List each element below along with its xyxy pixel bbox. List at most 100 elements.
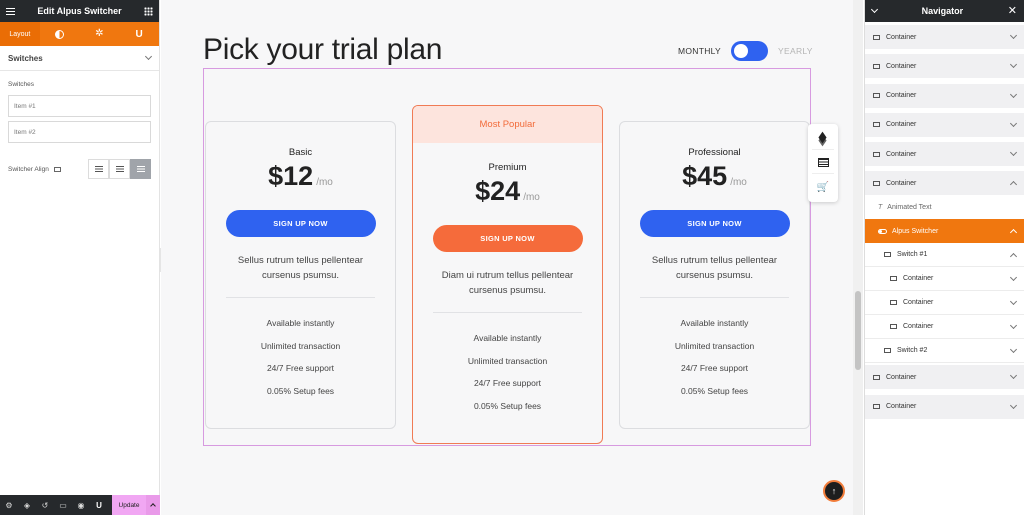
- templates-button[interactable]: [812, 152, 834, 174]
- repeater-item[interactable]: Item #1: [8, 95, 151, 117]
- nav-item-label: Switch #1: [897, 251, 928, 259]
- plan-name: Professional: [688, 147, 741, 158]
- collapse-all-icon[interactable]: [870, 5, 879, 14]
- align-right-button[interactable]: [130, 159, 151, 179]
- feature-list: Available instantly Unlimited transactio…: [413, 327, 602, 417]
- nav-item-label: Container: [886, 121, 917, 129]
- update-button[interactable]: Update: [112, 495, 146, 515]
- nav-item-label: Animated Text: [887, 203, 932, 211]
- align-right-icon: [136, 166, 145, 172]
- nav-item-container[interactable]: Container: [865, 112, 1024, 137]
- repeater-item[interactable]: Item #2: [8, 121, 151, 143]
- chevron-up-icon: [150, 503, 156, 509]
- navigator-header: Navigator ✕: [865, 0, 1024, 22]
- nav-item-container[interactable]: Container: [865, 25, 1024, 49]
- chevron-up-icon[interactable]: [1009, 252, 1018, 261]
- chevron-down-icon[interactable]: [1009, 401, 1018, 409]
- alpus-u-icon[interactable]: U: [90, 495, 108, 515]
- desktop-responsive-icon[interactable]: [53, 166, 61, 172]
- shop-button[interactable]: 🛒: [812, 176, 834, 198]
- chevron-down-icon[interactable]: [1009, 321, 1018, 330]
- chevron-down-icon[interactable]: [1009, 372, 1018, 380]
- chevron-up-icon[interactable]: [1009, 229, 1018, 237]
- nav-item-container[interactable]: Container: [865, 267, 1024, 292]
- nav-item-switch-2[interactable]: Switch #2: [865, 339, 1024, 364]
- repeater-item-label: Item #1: [14, 102, 36, 110]
- chevron-down-icon[interactable]: [1009, 345, 1018, 354]
- history-icon[interactable]: ↺: [36, 495, 54, 515]
- nav-item-alpus-switcher[interactable]: Alpus Switcher: [865, 219, 1024, 244]
- chevron-up-icon[interactable]: [1009, 181, 1018, 189]
- repeater-item-label: Item #2: [14, 128, 36, 136]
- align-center-button[interactable]: [109, 159, 130, 179]
- tab-advanced[interactable]: ✲: [80, 22, 120, 46]
- chevron-down-icon[interactable]: [1009, 31, 1018, 40]
- scroll-to-top-button[interactable]: ↑: [823, 480, 845, 502]
- floating-toolbar: 🛒: [808, 124, 838, 202]
- nav-item-animated-text[interactable]: T Animated Text: [865, 195, 1024, 219]
- editor-tabs: Layout ✲ U: [0, 22, 159, 46]
- chevron-down-icon[interactable]: [1009, 273, 1018, 282]
- menu-icon[interactable]: [6, 7, 15, 15]
- page-title: Pick your trial plan: [203, 33, 443, 66]
- nav-item-container[interactable]: Container: [865, 83, 1024, 108]
- nav-item-label: Container: [903, 299, 934, 307]
- chevron-down-icon[interactable]: [1009, 119, 1018, 127]
- sign-up-button[interactable]: SIGN UP NOW: [639, 210, 790, 237]
- align-left-button[interactable]: [88, 159, 109, 179]
- editor-bottom-bar: ⚙ ◈ ↺ ▭ ◉ U Update: [0, 495, 160, 515]
- nav-item-container[interactable]: Container: [865, 142, 1024, 167]
- sign-up-button[interactable]: SIGN UP NOW: [432, 225, 583, 252]
- layers-icon: [818, 134, 828, 144]
- nav-item-switch-1[interactable]: Switch #1: [865, 243, 1024, 268]
- scrollbar-thumb[interactable]: [855, 291, 861, 370]
- nav-item-container[interactable]: Container: [865, 394, 1024, 419]
- cart-icon: 🛒: [816, 181, 830, 193]
- close-icon[interactable]: ✕: [1008, 5, 1017, 17]
- feature-item: 0.05% Setup fees: [680, 385, 749, 396]
- chevron-down-icon: [144, 52, 153, 61]
- nav-item-label: Container: [886, 403, 917, 411]
- canvas-scrollbar[interactable]: [853, 0, 863, 515]
- nav-item-container[interactable]: Container: [865, 171, 1024, 196]
- layers-button[interactable]: [812, 128, 834, 150]
- nav-item-container[interactable]: Container: [865, 315, 1024, 340]
- nav-item-label: Container: [886, 373, 917, 381]
- chevron-down-icon[interactable]: [1009, 149, 1018, 157]
- container-icon: [873, 151, 880, 157]
- nav-item-label: Container: [886, 33, 917, 41]
- preview-eye-icon[interactable]: ◉: [72, 495, 90, 515]
- editor-header: Edit Alpus Switcher: [0, 0, 159, 22]
- nav-item-container[interactable]: Container: [865, 54, 1024, 79]
- layers-icon[interactable]: ◈: [18, 495, 36, 515]
- settings-gear-icon[interactable]: ⚙: [0, 495, 18, 515]
- feature-item: 24/7 Free support: [680, 363, 749, 373]
- align-button-group: [88, 159, 151, 179]
- billing-toggle[interactable]: [731, 41, 769, 61]
- nav-item-container[interactable]: Container: [865, 365, 1024, 390]
- nav-item-container[interactable]: Container: [865, 291, 1024, 316]
- yearly-label[interactable]: YEARLY: [778, 46, 813, 56]
- responsive-icon[interactable]: ▭: [54, 495, 72, 515]
- chevron-down-icon[interactable]: [1009, 61, 1018, 69]
- templates-icon: [817, 158, 829, 167]
- feature-item: Unlimited transaction: [467, 355, 548, 366]
- chevron-down-icon[interactable]: [1009, 90, 1018, 98]
- chevron-down-icon[interactable]: [1009, 297, 1018, 306]
- tab-style[interactable]: [40, 22, 80, 46]
- container-icon: [890, 324, 897, 330]
- animated-text-icon: T: [878, 203, 883, 211]
- widgets-grid-icon[interactable]: [144, 6, 153, 16]
- divider: [226, 297, 375, 298]
- feature-item: Available instantly: [473, 333, 542, 343]
- section-switches-header[interactable]: Switches: [0, 46, 159, 71]
- sign-up-button[interactable]: SIGN UP NOW: [225, 210, 376, 237]
- nav-item-label: Container: [903, 323, 934, 331]
- plan-description: Sellus rutrum tellus pellentear cursenus…: [651, 255, 778, 281]
- nav-item-label: Container: [903, 275, 934, 283]
- container-icon: [884, 252, 891, 258]
- tab-layout[interactable]: Layout: [0, 22, 40, 46]
- update-options-button[interactable]: [146, 495, 160, 515]
- tab-alpus[interactable]: U: [119, 22, 159, 46]
- monthly-label[interactable]: MONTHLY: [678, 46, 721, 56]
